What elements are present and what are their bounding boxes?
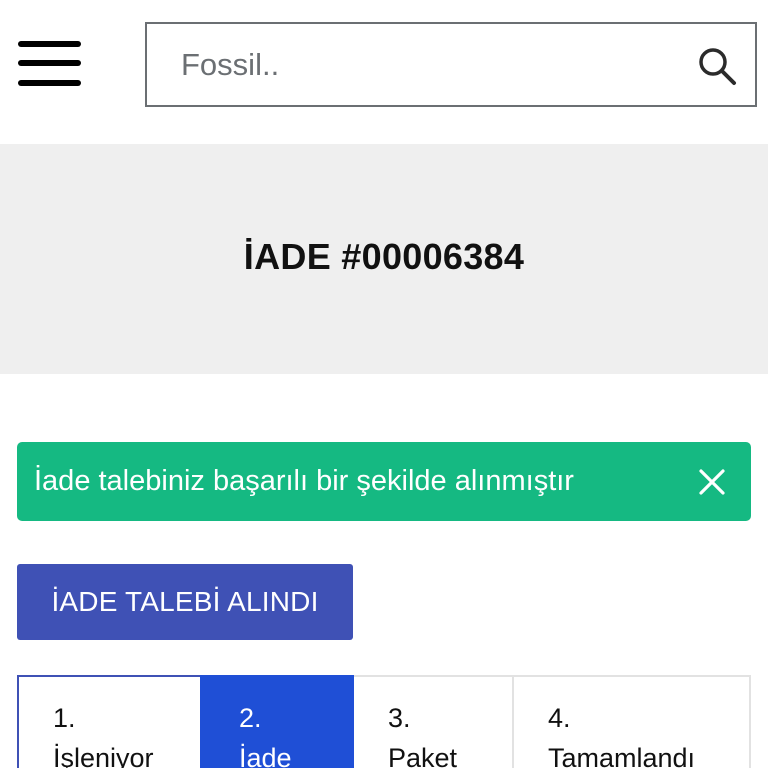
step-package[interactable]: 3. Paket	[354, 675, 514, 768]
return-progress-steps: 1. İşleniyor 2. İade 3. Paket 4. Tamamla…	[17, 675, 751, 768]
page-title: İADE #00006384	[243, 236, 525, 277]
top-bar	[0, 0, 768, 144]
step-return-active[interactable]: 2. İade	[200, 675, 354, 768]
step-label: İşleniyor	[53, 743, 154, 768]
step-number: 2.	[239, 703, 262, 733]
page-header: İADE #00006384	[0, 144, 768, 374]
step-processing[interactable]: 1. İşleniyor	[17, 675, 200, 768]
search-box	[145, 22, 757, 107]
step-label: Tamamlandı	[548, 743, 696, 768]
step-number: 1.	[53, 703, 76, 733]
success-alert: İade talebiniz başarılı bir şekilde alın…	[17, 442, 751, 521]
step-label: Paket	[388, 743, 458, 768]
close-icon[interactable]	[695, 465, 729, 499]
step-number: 3.	[388, 703, 411, 733]
alert-message: İade talebiniz başarılı bir şekilde alın…	[34, 465, 574, 497]
hamburger-menu-icon[interactable]	[18, 38, 82, 90]
search-input[interactable]	[147, 24, 687, 105]
search-icon[interactable]	[697, 46, 737, 86]
step-label: İade	[239, 743, 292, 768]
return-status-button[interactable]: İADE TALEBİ ALINDI	[17, 564, 353, 640]
step-number: 4.	[548, 703, 571, 733]
step-completed[interactable]: 4. Tamamlandı	[514, 675, 751, 768]
